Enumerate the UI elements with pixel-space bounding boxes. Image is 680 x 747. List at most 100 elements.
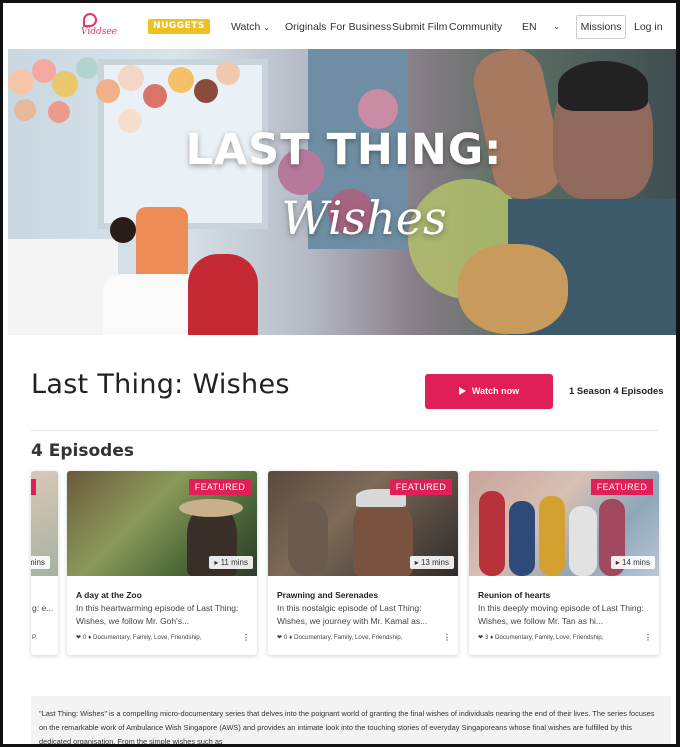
- language-select[interactable]: EN ⌄: [518, 15, 564, 39]
- more-options-icon[interactable]: ⋮: [242, 634, 250, 641]
- thumb-person: [288, 501, 328, 576]
- heart-icon: ❤: [277, 634, 283, 641]
- hero-banner: LAST THING: Wishes: [8, 49, 676, 335]
- login-link[interactable]: Log in: [634, 21, 663, 33]
- more-options-icon[interactable]: ⋮: [443, 634, 451, 641]
- episode-tags: Documentary, Family, Love, Friendship,: [495, 634, 604, 641]
- nav-for-business[interactable]: For Business: [330, 21, 391, 33]
- hero-person: [188, 254, 258, 335]
- episode-thumbnail: FEATURED ▸ 11 mins: [67, 471, 257, 576]
- episode-thumbnail: FEATURED ▸ 13 mins: [268, 471, 458, 576]
- play-icon: ▸: [414, 558, 419, 567]
- nav-submit-film[interactable]: Submit Film: [392, 21, 447, 33]
- featured-badge: FEATURED: [590, 479, 653, 495]
- hero-beanie: [558, 61, 648, 111]
- language-value: EN: [522, 21, 537, 33]
- nav-community[interactable]: Community: [449, 21, 502, 33]
- missions-button[interactable]: Missions: [576, 15, 626, 39]
- featured-badge: FEATURED: [389, 479, 452, 495]
- balloon: [143, 84, 167, 108]
- episode-description: g: e...: [32, 603, 54, 613]
- episode-meta: ❤ 0 ♦ Documentary, Family, Love, Friends…: [76, 634, 252, 641]
- play-icon: ▸: [214, 558, 219, 567]
- episode-tags: Documentary, Family, Love, Friendship,: [93, 634, 202, 641]
- viddsee-logo-icon: [83, 13, 97, 27]
- thumb-person: [569, 506, 597, 576]
- duration-label: mins: [31, 556, 50, 569]
- chevron-down-icon: ⌄: [263, 23, 270, 32]
- show-title: Last Thing: Wishes: [31, 369, 290, 400]
- like-count: 0: [283, 634, 288, 641]
- duration-label: ▸ 13 mins: [409, 556, 454, 569]
- nuggets-button[interactable]: NUGGETS: [148, 19, 210, 34]
- episode-title: Reunion of hearts: [478, 590, 551, 600]
- like-count: 0: [82, 634, 87, 641]
- episode-card[interactable]: FEATURED ▸ 14 mins Reunion of hearts In …: [469, 471, 659, 655]
- watch-now-button[interactable]: Watch now: [425, 374, 553, 409]
- episode-card[interactable]: FEATURED ▸ 11 mins A day at the Zoo In t…: [67, 471, 257, 655]
- episode-meta-text: P.: [32, 634, 38, 641]
- balloon: [48, 101, 70, 123]
- viddsee-logo-text: Viddsee: [81, 27, 118, 37]
- divider: [31, 430, 659, 431]
- balloon: [52, 71, 78, 97]
- duration-value: 13 mins: [420, 558, 449, 567]
- tag-icon: ♦: [88, 634, 92, 641]
- episode-card[interactable]: FEATURED ▸ 13 mins Prawning and Serenade…: [268, 471, 458, 655]
- balloon: [216, 61, 240, 85]
- episode-title: Prawning and Serenades: [277, 590, 379, 600]
- like-count: 3: [484, 634, 489, 641]
- balloon: [76, 57, 98, 79]
- hero-bed: [8, 239, 118, 335]
- thumb-person: [509, 501, 535, 576]
- episode-description: In this nostalgic episode of Last Thing:…: [277, 603, 428, 626]
- hero-subtitle: Wishes: [281, 191, 447, 245]
- tag-icon: ♦: [490, 634, 494, 641]
- series-description: "Last Thing: Wishes" is a compelling mic…: [31, 696, 671, 744]
- episode-description: In this deeply moving episode of Last Th…: [478, 603, 644, 626]
- play-icon: ▸: [615, 558, 620, 567]
- nav-watch-label: Watch: [231, 21, 261, 33]
- balloon: [8, 69, 34, 95]
- featured-badge: ED: [31, 479, 37, 495]
- more-options-icon[interactable]: ⋮: [644, 634, 652, 641]
- balloon: [194, 79, 218, 103]
- featured-badge: FEATURED: [188, 479, 251, 495]
- duration-value: 11 mins: [220, 558, 248, 567]
- episode-tags: Documentary, Family, Love, Friendship,: [294, 634, 403, 641]
- episodes-heading: 4 Episodes: [31, 441, 134, 461]
- thumb-person: [479, 491, 505, 576]
- episode-thumbnail: ED mins: [31, 471, 58, 576]
- hero-teddy-bear: [458, 244, 568, 334]
- thumb-person: [353, 496, 413, 576]
- thumb-person: [539, 496, 565, 576]
- heart-icon: ❤: [478, 634, 484, 641]
- page-frame: Viddsee NUGGETS Watch ⌄ Originals For Bu…: [0, 0, 680, 747]
- balloon: [14, 99, 36, 121]
- duration-label: ▸ 11 mins: [209, 556, 253, 569]
- chevron-down-icon: ⌄: [553, 22, 560, 31]
- episode-title: A day at the Zoo: [76, 590, 142, 600]
- heart-icon: ❤: [76, 634, 82, 641]
- balloon: [168, 67, 194, 93]
- balloon: [96, 79, 120, 103]
- watch-now-label: Watch now: [471, 386, 520, 396]
- nav-watch[interactable]: Watch ⌄: [231, 21, 270, 33]
- episode-thumbnail: FEATURED ▸ 14 mins: [469, 471, 659, 576]
- play-icon: [458, 386, 466, 395]
- episode-meta: ❤ 0 ♦ Documentary, Family, Love, Friends…: [277, 634, 453, 641]
- episode-description: In this heartwarming episode of Last Thi…: [76, 603, 239, 626]
- nav-originals[interactable]: Originals: [285, 21, 326, 33]
- episode-meta: ❤ 3 ♦ Documentary, Family, Love, Friends…: [478, 634, 654, 641]
- viddsee-logo[interactable]: Viddsee: [79, 13, 121, 39]
- episode-card-partial[interactable]: ED mins g: e... P.: [31, 471, 58, 655]
- duration-label: ▸ 14 mins: [610, 556, 655, 569]
- balloon: [358, 89, 398, 129]
- tag-icon: ♦: [289, 634, 293, 641]
- season-episode-count: 1 Season 4 Episodes: [569, 386, 664, 397]
- balloon: [118, 65, 144, 91]
- thumb-hat: [179, 499, 243, 517]
- duration-value: 14 mins: [621, 558, 650, 567]
- top-navigation: Viddsee NUGGETS Watch ⌄ Originals For Bu…: [3, 3, 676, 49]
- hero-title: LAST THING:: [185, 125, 503, 175]
